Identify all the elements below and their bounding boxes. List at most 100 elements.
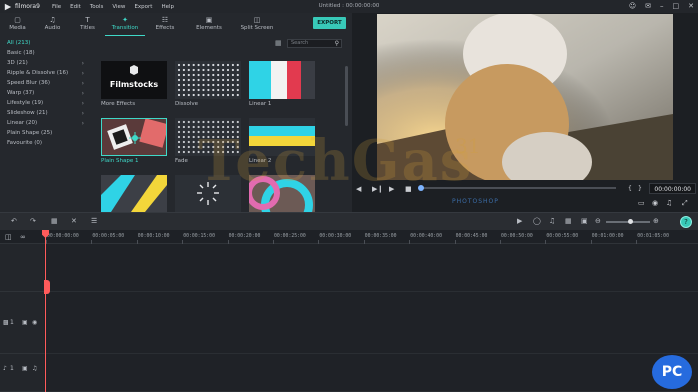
- monitor-icon[interactable]: ▭: [638, 199, 645, 207]
- tab-effects[interactable]: ☷ Effects: [145, 13, 185, 36]
- tab-titles[interactable]: T Titles: [70, 13, 105, 36]
- lock-icon[interactable]: ▣: [22, 365, 28, 372]
- eye-icon[interactable]: ◉: [32, 319, 37, 326]
- track-empty[interactable]: [44, 244, 698, 292]
- preview-dot: [197, 68, 200, 72]
- category-lifestyle[interactable]: Lifestyle (19) ›: [0, 98, 92, 108]
- grid-view-icon[interactable]: ▦: [275, 39, 283, 47]
- notification-icon[interactable]: ✉: [645, 2, 651, 10]
- adjust-icon[interactable]: ☰: [91, 217, 97, 226]
- menu-file[interactable]: File: [52, 4, 61, 10]
- menu-export[interactable]: Export: [134, 4, 152, 10]
- preview-dot: [212, 83, 215, 87]
- mark-in-icon[interactable]: {: [628, 185, 632, 193]
- preview-progress-bar[interactable]: [418, 185, 616, 191]
- fullscreen-icon[interactable]: ⤢: [682, 199, 688, 208]
- category-linear[interactable]: Linear (20) ›: [0, 118, 92, 128]
- category-basic[interactable]: Basic (18): [0, 48, 92, 58]
- thumbnail-label: More Effects: [101, 101, 136, 107]
- tab-media[interactable]: ▢ Media: [0, 13, 35, 36]
- tab-audio[interactable]: ♫ Audio: [35, 13, 70, 36]
- mark-out-icon[interactable]: }: [638, 185, 642, 193]
- category-warp[interactable]: Warp (37) ›: [0, 88, 92, 98]
- export-button[interactable]: EXPORT: [313, 17, 346, 29]
- menu-tools[interactable]: Tools: [90, 4, 104, 10]
- category-slideshow[interactable]: Slideshow (21) ›: [0, 108, 92, 118]
- category-plain-shape[interactable]: Plain Shape (25): [0, 128, 92, 138]
- search-input[interactable]: Search ⚲: [287, 38, 342, 48]
- add-track-icon[interactable]: ◫: [5, 233, 12, 241]
- user-icon[interactable]: ☺: [629, 2, 636, 10]
- tab-transition[interactable]: ✦ Transition: [105, 13, 145, 36]
- thumbnail-item[interactable]: [175, 175, 241, 212]
- screen-icon[interactable]: ▣: [581, 217, 588, 226]
- speaker-icon[interactable]: ♫: [32, 365, 37, 372]
- thumbnail-fade[interactable]: [175, 118, 241, 156]
- marker-icon[interactable]: ◯: [533, 217, 541, 226]
- preview-dot: [187, 83, 190, 87]
- category-speed-blur[interactable]: Speed Blur (36) ›: [0, 78, 92, 88]
- thumbnail-dissolve[interactable]: [175, 61, 241, 99]
- cut-icon[interactable]: ✕: [71, 217, 77, 226]
- category-3d[interactable]: 3D (21) ›: [0, 58, 92, 68]
- audio-track[interactable]: [44, 354, 698, 392]
- render-icon[interactable]: ▶: [517, 217, 522, 226]
- snapshot-icon[interactable]: ◉: [652, 199, 658, 207]
- preview-dot: [202, 93, 205, 97]
- preview-dot: [217, 93, 220, 97]
- preview-dot: [222, 130, 225, 134]
- preview-dot: [231, 130, 234, 134]
- timeline-ruler[interactable]: ◫ ∞ 00:00:00:00 00:00:05:00 00:00:10:00 00:…: [0, 230, 698, 244]
- zoom-slider-knob[interactable]: [628, 219, 633, 224]
- transition-icon: ✦: [122, 16, 128, 24]
- thumbnail-plain-shape-1[interactable]: [101, 118, 167, 156]
- lock-icon[interactable]: ▣: [22, 319, 28, 326]
- preview-dot: [177, 68, 181, 72]
- thumbnail-item[interactable]: [101, 175, 167, 212]
- category-ripple-dissolve[interactable]: Ripple & Dissolve (16) ›: [0, 68, 92, 78]
- menu-help[interactable]: Help: [161, 4, 174, 10]
- close-icon[interactable]: ✕: [688, 2, 694, 10]
- mic-icon[interactable]: ♫: [549, 217, 555, 226]
- maximize-icon[interactable]: □: [673, 2, 680, 10]
- library-scrollbar[interactable]: [345, 66, 348, 126]
- undo-icon[interactable]: ↶: [11, 217, 17, 226]
- thumbnail-more-effects[interactable]: Filmstocks: [101, 61, 167, 99]
- redo-icon[interactable]: ↷: [30, 217, 36, 226]
- skip-back-icon[interactable]: ◀: [356, 185, 361, 193]
- category-all[interactable]: All (213): [0, 38, 92, 48]
- preview-dot: [222, 145, 225, 149]
- progress-knob[interactable]: [418, 185, 424, 191]
- dissolve-preview: [177, 63, 239, 97]
- minimize-icon[interactable]: –: [660, 2, 664, 10]
- preview-dot: [207, 78, 210, 82]
- tab-split-screen[interactable]: ◫ Split Screen: [233, 13, 281, 36]
- preview-dot: [217, 63, 220, 67]
- volume-icon[interactable]: ♫: [666, 199, 672, 207]
- link-icon[interactable]: ∞: [20, 233, 26, 241]
- preview-dot: [207, 68, 210, 72]
- thumbnail-linear-1[interactable]: [249, 61, 315, 99]
- preview-dot: [222, 125, 225, 129]
- video-track[interactable]: [44, 292, 698, 354]
- menu-edit[interactable]: Edit: [70, 4, 81, 10]
- stop-icon[interactable]: ■: [405, 185, 412, 193]
- category-favourite[interactable]: Favourite (0): [0, 138, 92, 148]
- play-pause-icon[interactable]: ▶❙: [372, 185, 383, 193]
- window-controls: ☺ ✉ – □ ✕: [629, 2, 694, 10]
- mixer-icon[interactable]: ▦: [565, 217, 572, 226]
- play-icon[interactable]: ▶: [389, 185, 394, 193]
- video-preview: [377, 14, 673, 180]
- zoom-in-icon[interactable]: ⊕: [653, 217, 659, 226]
- preview-dot: [222, 93, 225, 97]
- menu-view[interactable]: View: [112, 4, 125, 10]
- thumbnail-item[interactable]: [249, 175, 315, 212]
- playhead-handle[interactable]: [44, 280, 50, 294]
- delete-icon[interactable]: ▦: [51, 217, 58, 226]
- zoom-out-icon[interactable]: ⊖: [595, 217, 601, 226]
- tab-elements[interactable]: ▣ Elements: [185, 13, 233, 36]
- thumbnail-linear-2[interactable]: [249, 118, 315, 156]
- help-button[interactable]: ?: [680, 216, 692, 228]
- preview-dot: [212, 120, 215, 124]
- preview-dot: [207, 140, 210, 144]
